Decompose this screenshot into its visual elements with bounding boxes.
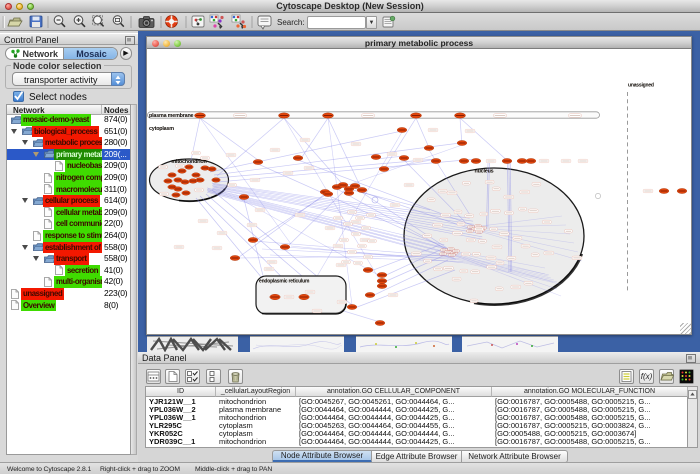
svg-text:cytoplasm: cytoplasm [149, 126, 174, 132]
svg-text:endoplasmic reticulum: endoplasmic reticulum [259, 279, 310, 285]
svg-text:unassigned: unassigned [628, 83, 654, 89]
svg-text:mitochondrion: mitochondrion [171, 159, 206, 165]
svg-text:plasma membrane: plasma membrane [149, 113, 194, 119]
svg-text:nucleus: nucleus [475, 169, 494, 175]
